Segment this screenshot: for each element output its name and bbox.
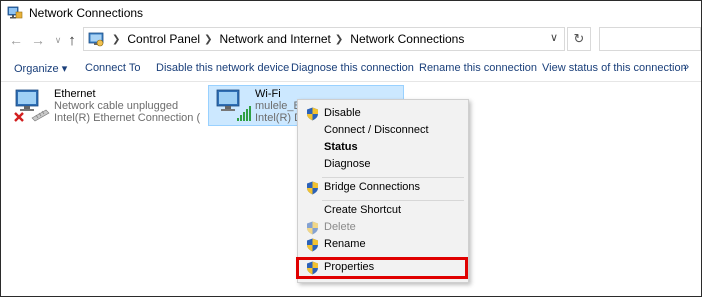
breadcrumb-control-panel[interactable]: Control Panel [127,32,200,46]
view-status-button[interactable]: View status of this connection [542,62,687,74]
address-dropdown-icon[interactable]: ∨ [550,31,558,44]
wifi-adapter-icon [216,89,251,121]
address-bar[interactable]: ❯ Control Panel ❯ Network and Internet ❯… [83,27,565,51]
address-row: ← → ∨ ↑ ❯ Control Panel ❯ Network and In… [1,26,701,54]
connection-status: Network cable unplugged [54,100,179,112]
uac-shield-icon [307,238,318,252]
ethernet-disconnected-icon [14,89,50,122]
organize-menu-button[interactable]: Organize ▾ [14,62,67,75]
breadcrumb-network-and-internet[interactable]: Network and Internet [220,32,331,46]
breadcrumb-network-connections[interactable]: Network Connections [350,32,464,46]
connection-adapter: Intel(R) Ethernet Connection (5) I... [54,112,200,124]
window-title: Network Connections [29,6,144,20]
menu-item-bridge-connections[interactable]: Bridge Connections [300,178,466,198]
menu-item-label: Rename [324,238,366,250]
forward-arrow-icon[interactable]: → [29,31,47,49]
disable-device-button[interactable]: Disable this network device [156,62,289,74]
menu-item-label: Status [324,141,358,153]
connection-name: Wi-Fi [255,88,281,100]
network-connections-icon [7,6,23,19]
connection-name: Ethernet [54,88,96,100]
title-bar: Network Connections [1,1,701,25]
refresh-icon[interactable]: ↻ [567,27,591,51]
menu-item-label: Diagnose [324,158,371,170]
search-input[interactable] [599,27,701,51]
connection-status: mulele_B2 [255,100,301,112]
menu-item-diagnose[interactable]: Diagnose [300,155,466,175]
connection-item-ethernet[interactable]: Ethernet Network cable unplugged Intel(R… [8,86,200,126]
breadcrumb-separator-icon[interactable]: ❯ [204,34,212,45]
control-panel-icon [88,32,104,47]
menu-item-label: Disable [324,107,361,119]
menu-item-label: Bridge Connections [324,181,421,193]
command-bar: Organize ▾ Connect To Disable this netwo… [1,56,701,82]
rename-connection-button[interactable]: Rename this connection [419,62,537,74]
diagnose-connection-button[interactable]: Diagnose this connection [291,62,414,74]
menu-item-label: Connect / Disconnect [324,124,429,136]
menu-item-label: Delete [324,221,356,233]
more-commands-button[interactable]: » [683,61,689,73]
back-arrow-icon[interactable]: ← [7,31,25,49]
uac-shield-icon [307,181,318,195]
properties-highlight-box [296,257,468,279]
menu-item-rename[interactable]: Rename [300,235,466,255]
connection-adapter: Intel(R) Du [255,112,301,124]
connect-to-button[interactable]: Connect To [85,62,140,74]
menu-item-label: Create Shortcut [324,204,402,216]
breadcrumb-separator-icon[interactable]: ❯ [335,34,343,45]
breadcrumb-separator-icon[interactable]: ❯ [112,34,120,45]
uac-shield-icon [307,221,318,235]
context-menu: Disable Connect / Disconnect Status Diag… [297,99,469,283]
up-arrow-icon[interactable]: ↑ [63,31,81,49]
uac-shield-icon [307,107,318,121]
